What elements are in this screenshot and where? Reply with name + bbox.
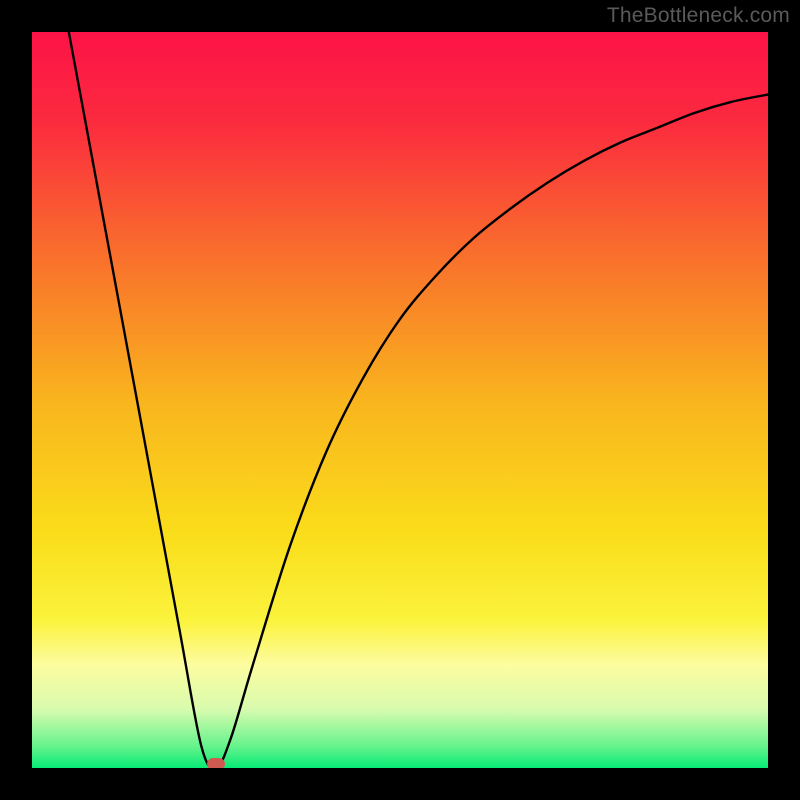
chart-frame: TheBottleneck.com [0,0,800,800]
plot-area [32,32,768,768]
watermark-text: TheBottleneck.com [607,4,790,28]
bottleneck-curve [32,32,768,768]
optimum-marker [207,758,225,768]
